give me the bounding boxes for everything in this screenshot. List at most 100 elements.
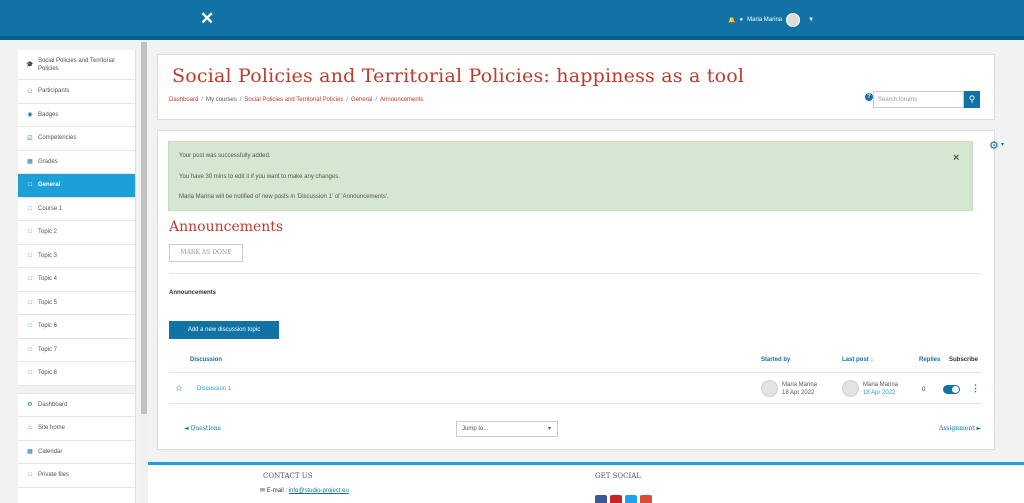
file-icon: □ xyxy=(28,472,32,479)
sidebar-item-topic-3[interactable]: □ Topic 3 xyxy=(18,245,135,268)
avatar xyxy=(842,380,859,397)
avatar[interactable] xyxy=(786,13,801,27)
home-icon: ⌂ xyxy=(28,425,32,432)
folder-icon: □ xyxy=(28,346,32,353)
replies-count: 0 xyxy=(922,387,926,393)
email-link[interactable]: info@studio-project.eu xyxy=(289,488,349,494)
folder-icon: □ xyxy=(28,252,32,259)
column-replies[interactable]: Replies xyxy=(919,357,940,363)
chevron-down-icon[interactable]: ▼ xyxy=(808,17,814,23)
mail-icon: ✉ xyxy=(260,488,266,494)
jump-to-select[interactable]: Jump to... ▾ xyxy=(456,421,558,437)
close-icon[interactable]: ✕ xyxy=(200,10,214,28)
folder-icon: □ xyxy=(28,299,32,306)
sidebar-item-label: Topic 5 xyxy=(38,299,58,306)
breadcrumb-course[interactable]: Social Policies and Territorial Policies xyxy=(244,97,343,103)
table-icon: ▦ xyxy=(27,159,33,166)
prev-activity-link[interactable]: ◄ Questions xyxy=(184,425,221,432)
sidebar-item-label: Social Policies and Territorial Policies xyxy=(38,57,115,72)
sidebar-scrollbar[interactable] xyxy=(140,40,148,503)
search-input[interactable]: Search forums xyxy=(873,91,964,108)
forum-name: Announcements xyxy=(169,290,217,296)
sidebar-item-topic-5[interactable]: □ Topic 5 xyxy=(18,292,135,315)
chat-icon[interactable]: ● xyxy=(739,17,743,23)
add-discussion-button[interactable]: Add a new discussion topic xyxy=(169,321,279,339)
subscribe-toggle[interactable] xyxy=(943,385,960,394)
user-menu[interactable]: 🔔 ● Maria Marina ▼ xyxy=(728,13,814,27)
contact-email: ✉ E-mail : info@studio-project.eu xyxy=(260,487,349,494)
last-post-date[interactable]: 18 Apr 2022 xyxy=(863,389,895,397)
sidebar-item-topic-2[interactable]: □ Topic 2 xyxy=(18,221,135,245)
jump-to-label: Jump to... xyxy=(462,426,489,432)
close-icon[interactable]: × xyxy=(953,152,959,164)
facebook-icon[interactable] xyxy=(595,495,607,503)
table-row: ☆ Discussion 1 Maria Marina 18 Apr 2022 … xyxy=(169,372,981,404)
sidebar-item-label: Topic 4 xyxy=(38,276,58,283)
main-content: ⚙ ▾ Your post was successfully added. Yo… xyxy=(157,130,1004,450)
sidebar-item-label: Dashboard xyxy=(38,401,68,408)
folder-icon: □ xyxy=(28,229,32,236)
sidebar-item-badges[interactable]: ◉ Badges xyxy=(18,104,135,127)
next-activity-link[interactable]: Assignment ► xyxy=(939,425,981,432)
scrollbar-thumb[interactable] xyxy=(141,42,147,414)
footer: CONTACT US ✉ E-mail : info@studio-projec… xyxy=(148,462,1024,503)
graduation-cap-icon: 🎓 xyxy=(26,61,34,68)
youtube-icon[interactable] xyxy=(640,495,652,503)
sidebar-item-competencies[interactable]: ☑ Competencies xyxy=(18,127,135,151)
sidebar-item-topic-4[interactable]: □ Topic 4 xyxy=(18,268,135,292)
pinterest-icon[interactable] xyxy=(610,495,622,503)
folder-icon: □ xyxy=(28,182,32,189)
column-subscribe: Subscribe xyxy=(949,357,979,363)
sidebar-item-label: Course 1 xyxy=(38,205,63,212)
bell-icon[interactable]: 🔔 xyxy=(728,17,735,24)
sidebar-item-grades[interactable]: ▦ Grades xyxy=(18,151,135,174)
sidebar-divider xyxy=(18,385,135,394)
sidebar-item-label: Badges xyxy=(38,111,59,118)
sidebar-item-label: Competencies xyxy=(38,135,77,142)
more-actions-icon[interactable]: ⋮ xyxy=(971,383,980,394)
gear-icon[interactable]: ⚙ xyxy=(989,139,999,152)
sidebar-item-course[interactable]: 🎓 Social Policies and Territorial Polici… xyxy=(18,50,135,80)
twitter-icon[interactable] xyxy=(625,495,637,503)
sidebar-item-site-home[interactable]: ⌂ Site home xyxy=(18,417,135,441)
sidebar-item-topic-6[interactable]: □ Topic 6 xyxy=(18,315,135,339)
sidebar-item-general[interactable]: □ General xyxy=(18,174,135,198)
folder-icon: □ xyxy=(28,276,32,283)
column-discussion[interactable]: Discussion xyxy=(190,357,222,363)
folder-icon: □ xyxy=(28,323,32,330)
sidebar-item-topic-7[interactable]: □ Topic 7 xyxy=(18,339,135,362)
sidebar-item-calendar[interactable]: ▦ Calendar xyxy=(18,441,135,464)
sidebar-item-topic-8[interactable]: □ Topic 8 xyxy=(18,362,135,386)
breadcrumb-general[interactable]: General xyxy=(351,97,372,103)
chevron-down-icon[interactable]: ▾ xyxy=(1001,141,1004,148)
last-post-name: Maria Marina xyxy=(863,382,899,388)
dashboard-icon: ⚙ xyxy=(27,402,33,409)
sidebar-item-label: Topic 3 xyxy=(38,252,58,259)
users-icon: ⚇ xyxy=(27,88,33,95)
sidebar-item-label: Topic 2 xyxy=(38,229,58,236)
breadcrumb-announcements[interactable]: Announcements xyxy=(380,97,423,103)
alert-line-3: Maria Marina will be notified of new pos… xyxy=(179,194,389,200)
column-started-by[interactable]: Started by xyxy=(761,357,790,363)
star-icon[interactable]: ☆ xyxy=(175,383,183,394)
sidebar-item-private-files[interactable]: □ Private files xyxy=(18,464,135,488)
chevron-down-icon: ▾ xyxy=(547,426,551,432)
user-name[interactable]: Maria Marina xyxy=(747,17,782,23)
sidebar-item-label: General xyxy=(38,182,61,189)
top-navbar: ✕ 🔔 ● Maria Marina ▼ xyxy=(0,0,1024,40)
sidebar-item-dashboard[interactable]: ⚙ Dashboard xyxy=(18,394,135,417)
mark-as-done-button[interactable]: MARK AS DONE xyxy=(169,244,243,262)
started-by-name: Maria Marina xyxy=(782,382,818,388)
sidebar-item-participants[interactable]: ⚇ Participants xyxy=(18,80,135,104)
social-title: GET SOCIAL xyxy=(595,472,641,480)
search-button[interactable]: ⚲ xyxy=(964,91,980,108)
column-last-post[interactable]: Last post ↓ xyxy=(842,357,873,363)
sidebar-item-label: Topic 7 xyxy=(38,346,58,353)
social-icons xyxy=(595,495,652,503)
breadcrumb-dashboard[interactable]: Dashboard xyxy=(169,97,198,103)
sidebar-item-label: Private files xyxy=(38,472,70,479)
help-icon[interactable]: ? xyxy=(865,93,873,101)
discussion-link[interactable]: Discussion 1 xyxy=(197,386,231,392)
contact-title: CONTACT US xyxy=(263,472,313,480)
sidebar-item-course-1[interactable]: □ Course 1 xyxy=(18,198,135,221)
